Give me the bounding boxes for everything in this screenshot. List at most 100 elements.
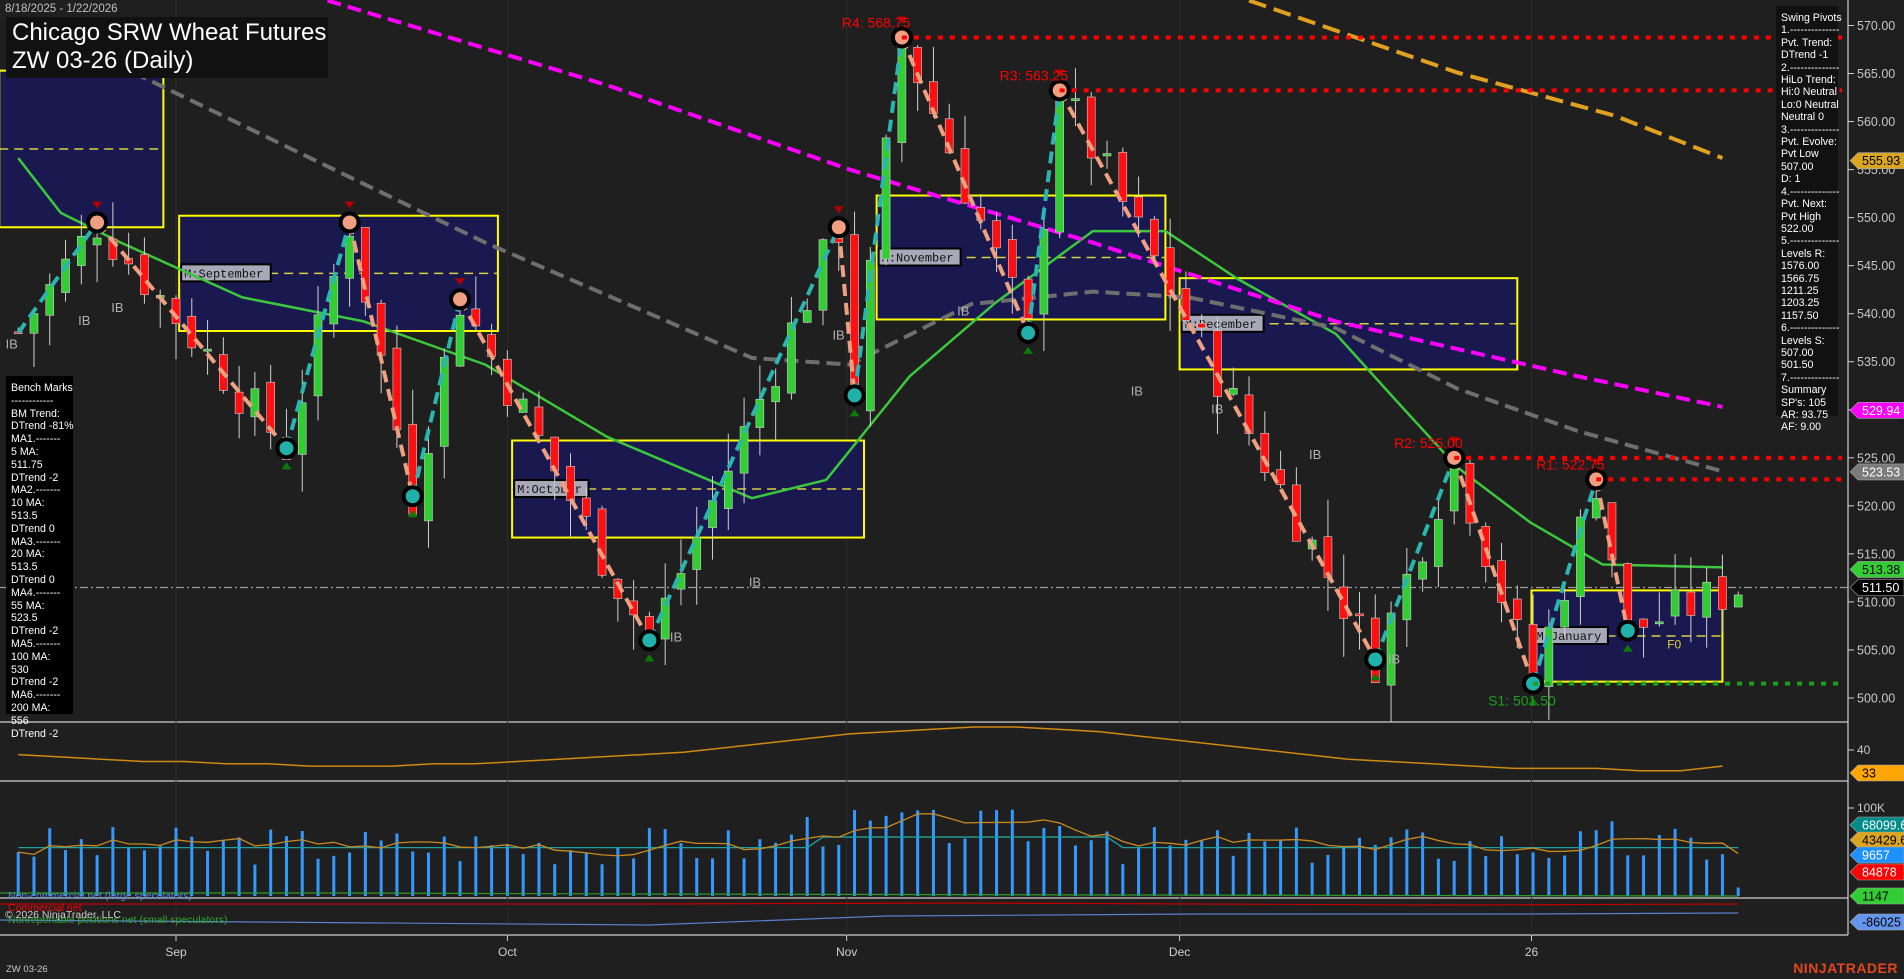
candle-down <box>1119 152 1127 201</box>
bench-marks-line: 523.5 <box>11 612 68 625</box>
bench-marks-line: 55 MA: <box>11 600 68 613</box>
bench-marks-line: BM Trend: <box>11 408 68 421</box>
cot-tag: -86025 <box>1850 914 1904 930</box>
x-tick-label: Sep <box>165 945 187 959</box>
price-tag-value: 68099.65 <box>1862 819 1904 833</box>
bench-marks-line: 100 MA: <box>11 651 68 664</box>
swing-pivots-line: 7.-------------- <box>1781 372 1833 384</box>
candle-up <box>1434 519 1442 566</box>
candle-up <box>1561 600 1569 627</box>
bench-marks-line: MA3.------- <box>11 536 68 549</box>
candle-down <box>1498 561 1506 603</box>
swing-pivots-line: Pvt. Next: <box>1781 198 1833 210</box>
candle-up <box>46 284 54 315</box>
candle-up <box>298 403 306 455</box>
price-tag-shape <box>1850 765 1904 781</box>
price-tag: 529.94 <box>1850 402 1904 418</box>
bench-marks-line: 200 MA: <box>11 702 68 715</box>
swing-pivots-line: 1566.75 <box>1781 273 1833 285</box>
candle-up <box>1071 99 1079 101</box>
candle-down <box>961 148 969 203</box>
volume-average-line <box>18 837 1738 848</box>
swing-pivots-line: 1576.00 <box>1781 260 1833 272</box>
y-tick-label: 505.00 <box>1857 643 1895 657</box>
oscillator-tick: 40 <box>1857 743 1871 757</box>
price-tag-value: 529.94 <box>1862 404 1900 418</box>
price-tag-value: 555.93 <box>1862 154 1900 168</box>
swing-high-marker <box>88 213 106 231</box>
swing-pivots-line: HiLo Trend: <box>1781 74 1833 86</box>
swing-pivots-line: 507.00 <box>1781 161 1833 173</box>
candle-down <box>1166 248 1174 296</box>
candle-down <box>1513 599 1521 620</box>
swing-pivots-line: 2.-------------- <box>1781 62 1833 74</box>
x-tick-label: Nov <box>836 945 857 959</box>
y-tick-label: 570.00 <box>1857 19 1895 33</box>
candle-up <box>882 138 890 259</box>
title-contract: ZW 03-26 (Daily) <box>12 47 322 75</box>
ib-label: IB <box>111 300 123 315</box>
candle-down <box>1261 433 1269 472</box>
candle-up <box>1229 388 1237 394</box>
candle-down <box>235 392 243 413</box>
price-tag: 513.38 <box>1850 561 1904 577</box>
candle-down <box>1198 323 1206 327</box>
candle-down <box>1340 587 1348 619</box>
cot-tag: 84878 <box>1850 864 1904 880</box>
swing-pivots-line: DTrend -1 <box>1781 49 1833 61</box>
candle-down <box>1213 331 1221 397</box>
candle-up <box>424 453 432 520</box>
swing-pivots-line: 507.00 <box>1781 347 1833 359</box>
ib-label: IB <box>1309 447 1321 462</box>
swing-pivots-line: Pvt. Trend: <box>1781 37 1833 49</box>
bench-marks-panel: Bench Marks------------BM Trend:DTrend -… <box>6 376 73 714</box>
y-tick-label: 560.00 <box>1857 115 1895 129</box>
sell-arrow-icon <box>834 206 844 213</box>
y-tick-label: 510.00 <box>1857 595 1895 609</box>
candle-up <box>1040 229 1048 314</box>
ib-label: IB <box>78 313 90 328</box>
swing-low-marker <box>1019 324 1037 342</box>
price-tag-value: 33 <box>1862 767 1876 781</box>
candle-down <box>1324 537 1332 578</box>
price-chart[interactable]: SepOctNovDec26570.00565.00560.00555.0055… <box>0 0 1904 979</box>
buy-arrow-icon <box>850 409 860 416</box>
ib-label: IB <box>670 629 682 644</box>
ib-label: IB <box>1131 383 1143 398</box>
candle-down <box>1135 197 1143 217</box>
candle-down <box>377 303 385 355</box>
candle-down <box>1640 619 1648 627</box>
ib-label: IB <box>957 304 969 319</box>
swing-low-marker <box>277 439 295 457</box>
candle-up <box>772 386 780 401</box>
bench-marks-line: DTrend -81% <box>11 420 68 433</box>
date-range: 8/18/2025 - 1/22/2026 <box>5 3 118 15</box>
y-tick-label: 525.00 <box>1857 451 1895 465</box>
buy-arrow-icon <box>644 654 654 661</box>
swing-pivots-line: 1203.25 <box>1781 297 1833 309</box>
swing-pivots-line: Neutral 0 <box>1781 111 1833 123</box>
swing-pivots-line: Lo:0 Neutral <box>1781 99 1833 111</box>
swing-leg-down <box>1060 90 1376 659</box>
instrument-label: ZW 03-26 <box>6 964 48 975</box>
volume-tick: 100K <box>1857 801 1885 815</box>
ib-label: IB <box>1388 651 1400 666</box>
x-tick-label: Oct <box>498 945 517 959</box>
chart-title: Chicago SRW Wheat Futures ZW 03-26 (Dail… <box>6 17 328 78</box>
title-instrument: Chicago SRW Wheat Futures <box>12 19 322 47</box>
candle-down <box>535 407 543 435</box>
volume-tag: 9657 <box>1850 847 1904 863</box>
candle-up <box>1671 590 1679 616</box>
commercial-net-line <box>0 903 1738 905</box>
volume-tag: 43429.66 <box>1850 832 1904 848</box>
swing-pivots-line: 501.50 <box>1781 359 1833 371</box>
bench-marks-line: ------------ <box>11 395 68 408</box>
bench-marks-line: 556 <box>11 715 68 728</box>
price-tag: 511.50 <box>1850 580 1904 596</box>
swing-pivots-line: 1157.50 <box>1781 310 1833 322</box>
candle-up <box>93 238 101 245</box>
level-label: R3: 563.25 <box>1000 67 1069 83</box>
bench-marks-line: MA2.------- <box>11 484 68 497</box>
bench-marks-line: 530 <box>11 664 68 677</box>
candle-down <box>567 466 575 500</box>
